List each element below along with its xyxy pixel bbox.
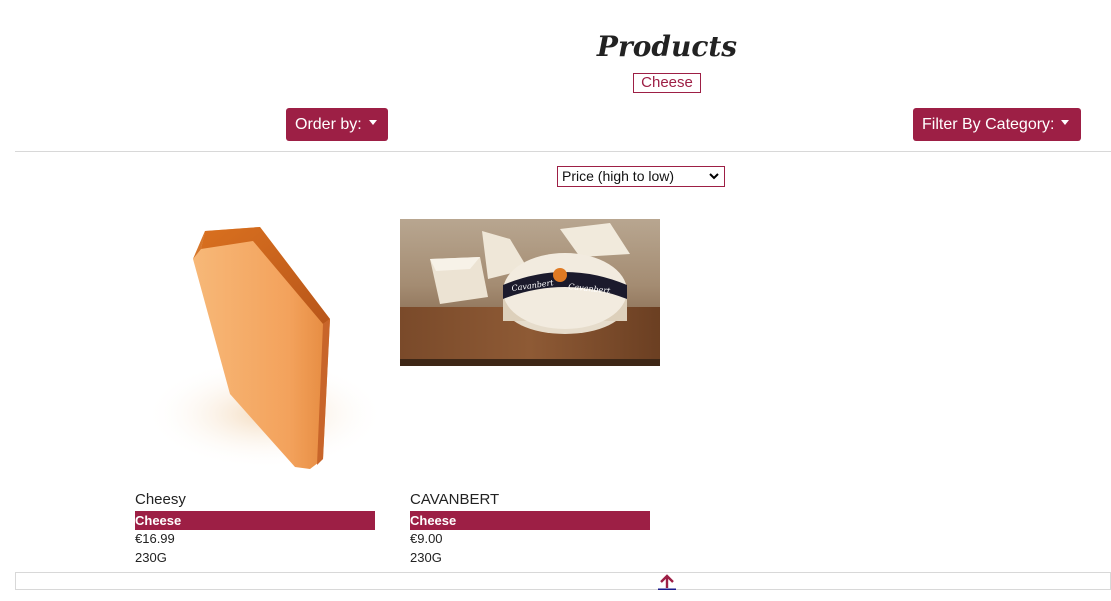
filter-by-category-label: Filter By Category: xyxy=(922,116,1055,133)
order-by-label: Order by: xyxy=(295,116,362,133)
caret-down-icon xyxy=(368,120,377,126)
header-divider xyxy=(15,151,1111,152)
product-name-cheesy[interactable]: Cheesy xyxy=(135,491,186,508)
chevron-down-icon xyxy=(709,173,719,180)
product-category-bar: Cheese xyxy=(135,511,375,530)
order-by-button[interactable]: Order by: xyxy=(286,108,388,141)
sort-selected-value: Price (high to low) xyxy=(562,168,675,184)
sort-select[interactable]: Price (high to low) xyxy=(557,166,725,187)
active-category-badge: Cheese xyxy=(633,73,701,93)
filter-by-category-button[interactable]: Filter By Category: xyxy=(913,108,1081,141)
product-price: €9.00 xyxy=(410,531,443,546)
product-weight: 230G xyxy=(135,550,167,565)
product-name-cavanbert[interactable]: CAVANBERT xyxy=(410,491,499,508)
caret-down-icon xyxy=(1061,120,1070,126)
footer-bar xyxy=(15,572,1111,590)
product-category-bar: Cheese xyxy=(410,511,650,530)
product-image-cavanbert[interactable]: Cavanbert Cavanbert xyxy=(400,219,660,366)
arrow-up-icon[interactable] xyxy=(658,573,676,590)
page-title: Products xyxy=(596,30,738,63)
product-price: €16.99 xyxy=(135,531,175,546)
product-image-cheesy[interactable] xyxy=(135,219,385,479)
product-weight: 230G xyxy=(410,550,442,565)
